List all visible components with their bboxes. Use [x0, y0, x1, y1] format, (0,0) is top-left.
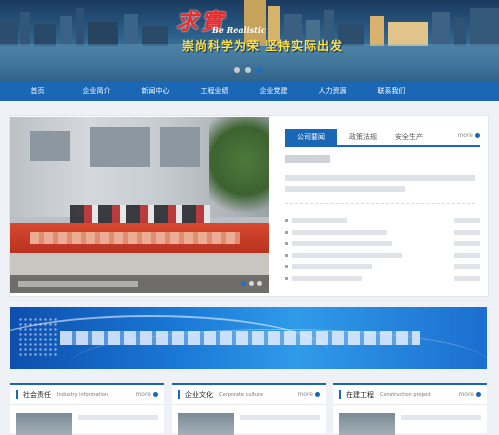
- card-text-line: [240, 415, 320, 420]
- banner-dot-2[interactable]: [245, 67, 251, 73]
- photo-pagination: [241, 281, 262, 286]
- photo-dot-1[interactable]: [241, 281, 246, 286]
- news-more-link[interactable]: more: [457, 132, 480, 139]
- promo-blurred-text: [60, 331, 420, 345]
- main-nav: 首页 企业简介 新闻中心 工程业绩 企业党建 人力资源 联系我们: [0, 82, 499, 101]
- card-header: 社会责任 Industry information more: [10, 385, 164, 405]
- card-header: 在建工程 Construction project more: [333, 385, 487, 405]
- bullet-icon: [285, 230, 288, 234]
- card-social-responsibility: 社会责任 Industry information more: [10, 383, 164, 435]
- card-text-line: [78, 415, 158, 420]
- card-thumbnail[interactable]: [339, 413, 395, 435]
- bullet-icon: [285, 276, 288, 280]
- card-subtitle: Construction project: [380, 391, 431, 398]
- card-title: 在建工程: [346, 390, 374, 399]
- tab-company-news[interactable]: 公司要闻: [285, 129, 337, 145]
- photo-dot-3[interactable]: [257, 281, 262, 286]
- bullet-icon: [285, 242, 288, 246]
- blurred-banner-text: [30, 232, 240, 244]
- bullet-icon: [285, 253, 288, 257]
- nav-item-projects[interactable]: 工程业绩: [185, 82, 244, 101]
- photo-window: [160, 127, 200, 167]
- list-item[interactable]: [285, 215, 480, 227]
- nav-item-hr[interactable]: 人力资源: [303, 82, 362, 101]
- card-more-link[interactable]: more: [458, 391, 481, 398]
- card-text-line: [401, 415, 481, 420]
- card-accent-bar: [339, 390, 341, 399]
- card-title: 社会责任: [23, 390, 51, 399]
- nav-item-contact[interactable]: 联系我们: [362, 82, 421, 101]
- list-item[interactable]: [285, 261, 480, 273]
- card-construction-project: 在建工程 Construction project more: [333, 383, 487, 435]
- card-accent-bar: [16, 390, 18, 399]
- promo-banner[interactable]: [10, 307, 487, 369]
- banner-dot-1[interactable]: [234, 67, 240, 73]
- nav-item-home[interactable]: 首页: [8, 82, 67, 101]
- tab-policy[interactable]: 政策法规: [343, 129, 383, 145]
- more-arrow-icon: [476, 392, 481, 397]
- more-arrow-icon: [475, 133, 480, 138]
- nav-item-news[interactable]: 新闻中心: [126, 82, 185, 101]
- list-item[interactable]: [285, 250, 480, 262]
- news-headline[interactable]: [285, 155, 330, 163]
- tab-safety[interactable]: 安全生产: [389, 129, 429, 145]
- bullet-icon: [285, 219, 288, 223]
- card-header: 企业文化 Corporate culture more: [172, 385, 326, 405]
- nav-item-about[interactable]: 企业简介: [67, 82, 126, 101]
- card-subtitle: Corporate culture: [219, 391, 264, 398]
- slogan-english: Be Realistic: [212, 25, 266, 35]
- news-tabs: 公司要闻 政策法规 安全生产 more: [285, 129, 480, 147]
- more-label: more: [297, 391, 313, 398]
- header-banner: 求實 Be Realistic 崇尚科学为荣 坚持实际出发: [0, 0, 499, 82]
- more-arrow-icon: [153, 392, 158, 397]
- news-photo-carousel[interactable]: [10, 117, 269, 293]
- divider: [285, 203, 475, 204]
- card-corporate-culture: 企业文化 Corporate culture more: [172, 383, 326, 435]
- photo-window: [90, 127, 150, 167]
- news-summary-line: [285, 175, 475, 181]
- more-label: more: [135, 391, 151, 398]
- card-more-link[interactable]: more: [297, 391, 320, 398]
- news-list: [285, 215, 480, 284]
- nav-item-party[interactable]: 企业党建: [244, 82, 303, 101]
- banner-dot-3[interactable]: [256, 67, 262, 73]
- photo-dot-2[interactable]: [249, 281, 254, 286]
- photo-people: [70, 205, 210, 225]
- list-item[interactable]: [285, 227, 480, 239]
- photo-tree: [209, 117, 269, 227]
- news-summary-line: [285, 186, 405, 192]
- bullet-icon: [285, 265, 288, 269]
- more-label: more: [458, 391, 474, 398]
- photo-window: [30, 131, 70, 161]
- card-subtitle: Industry information: [57, 391, 109, 398]
- banner-pagination: [234, 67, 262, 73]
- more-arrow-icon: [315, 392, 320, 397]
- list-item[interactable]: [285, 273, 480, 285]
- card-accent-bar: [178, 390, 180, 399]
- list-item[interactable]: [285, 238, 480, 250]
- card-title: 企业文化: [185, 390, 213, 399]
- card-thumbnail[interactable]: [16, 413, 72, 435]
- photo-caption-text[interactable]: [18, 281, 138, 287]
- more-label: more: [457, 132, 473, 139]
- photo-red-banner: [10, 223, 269, 253]
- slogan-subtitle: 崇尚科学为荣 坚持实际出发: [182, 39, 344, 53]
- card-thumbnail[interactable]: [178, 413, 234, 435]
- card-more-link[interactable]: more: [135, 391, 158, 398]
